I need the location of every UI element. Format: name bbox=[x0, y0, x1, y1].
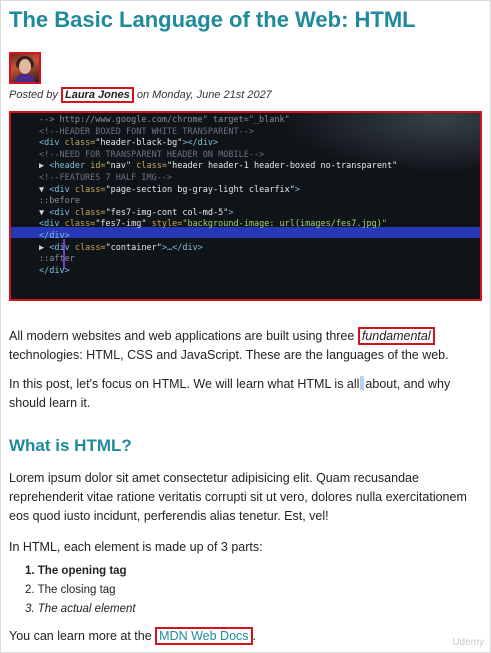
code-line: <!--FEATURES 7 HALF IMG--> bbox=[39, 173, 173, 183]
article-title: The Basic Language of the Web: HTML bbox=[9, 7, 416, 32]
code-line: ::before bbox=[39, 196, 80, 207]
intro-paragraph: All modern websites and web applications… bbox=[9, 327, 449, 362]
byline: Posted by Laura Jones on Monday, June 21… bbox=[9, 87, 272, 103]
author-name[interactable]: Laura Jones bbox=[60, 87, 134, 103]
byline-date: on Monday, June 21st 2027 bbox=[133, 89, 272, 101]
code-line: ::after bbox=[39, 254, 75, 265]
code-line: <div class="fes7-img" style="background-… bbox=[39, 219, 388, 230]
mdn-docs-link[interactable]: MDN Web Docs bbox=[155, 627, 253, 645]
code-line: --> http://www.google.com/chrome" target… bbox=[39, 115, 290, 125]
learn-more-paragraph: You can learn more at the MDN Web Docs. bbox=[9, 627, 257, 645]
focus-paragraph: In this post, let's focus on HTML. We wi… bbox=[9, 376, 451, 410]
code-line: <div class="header-black-bg"></div> bbox=[39, 138, 219, 149]
list-item: 1. The opening tag bbox=[25, 565, 127, 577]
code-line: <!--HEADER BOXED FONT WHITE TRANSPARENT-… bbox=[39, 126, 254, 137]
parts-paragraph: In HTML, each element is made up of 3 pa… bbox=[9, 540, 263, 554]
list-item: 3. The actual element bbox=[25, 603, 136, 615]
byline-prefix: Posted by bbox=[9, 89, 61, 101]
section-heading: What is HTML? bbox=[9, 436, 132, 455]
blog-post-page: The Basic Language of the Web: HTML Post… bbox=[0, 0, 491, 653]
code-line: ▼ <div class="page-section bg-gray-light… bbox=[39, 184, 301, 195]
text-cursor bbox=[360, 376, 365, 390]
code-line: ▶ <header id="nav" class="header header-… bbox=[39, 161, 398, 172]
code-line: ▶ <div class="container">…</div> bbox=[39, 242, 203, 253]
code-screenshot-image: --> http://www.google.com/chrome" target… bbox=[9, 111, 482, 301]
code-line: ▼ <div class="fes7-img-cont col-md-5"> bbox=[39, 207, 234, 218]
parts-list: 1. The opening tag 2. The closing tag 3.… bbox=[25, 562, 136, 619]
highlighted-word-fundamental: fundamental bbox=[357, 327, 435, 345]
code-line: <!--NEED FOR TRANSPARENT HEADER ON MOBIL… bbox=[39, 149, 265, 160]
code-line: </div> bbox=[39, 231, 70, 241]
udemy-watermark: Udemy bbox=[452, 637, 484, 648]
author-avatar bbox=[9, 52, 41, 84]
list-item: 2. The closing tag bbox=[25, 584, 116, 596]
code-line: </div> bbox=[39, 265, 70, 276]
lorem-paragraph: Lorem ipsum dolor sit amet consectetur a… bbox=[9, 471, 467, 523]
